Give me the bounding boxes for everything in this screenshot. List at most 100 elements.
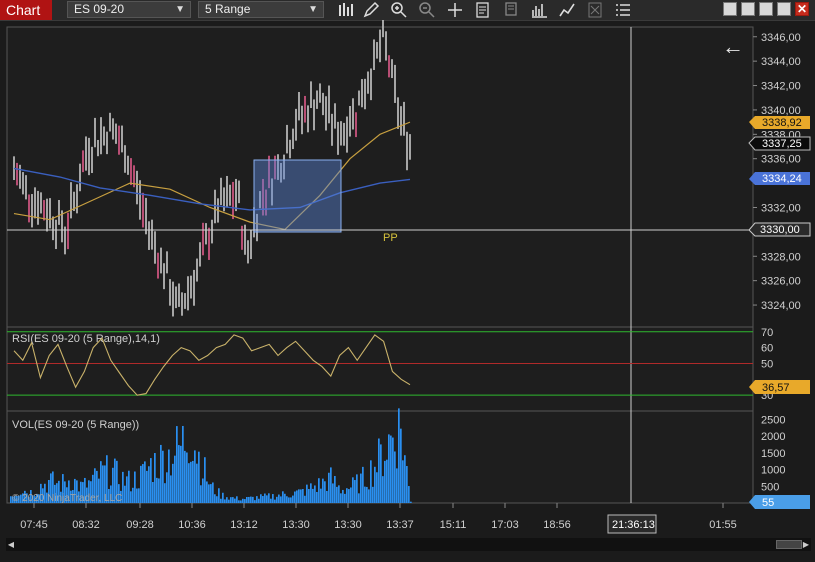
scroll-thumb[interactable]: [776, 540, 802, 549]
sma-price-marker: 3338,92: [749, 116, 810, 129]
maximize-button[interactable]: [777, 2, 791, 16]
volume-bar: [374, 466, 376, 503]
data-box-icon[interactable]: [474, 1, 492, 19]
properties-icon[interactable]: [502, 1, 520, 19]
price-axis[interactable]: 3346,003344,003342,003340,003338,003336,…: [753, 32, 801, 312]
time-axis-label: 01:55: [709, 519, 737, 531]
volume-bar: [398, 408, 400, 503]
volume-bar: [300, 489, 302, 503]
volume-bar: [198, 451, 200, 503]
volume-bar: [408, 486, 410, 503]
chart-tab[interactable]: Chart: [0, 0, 52, 20]
back-arrow-icon[interactable]: ←: [722, 34, 744, 59]
volume-bar: [254, 500, 256, 503]
volume-bar: [168, 449, 170, 503]
volume-bar: [228, 499, 230, 503]
volume-bar: [146, 470, 148, 503]
volume-bar: [386, 459, 388, 503]
crosshair-icon[interactable]: [446, 1, 464, 19]
volume-bar: [312, 488, 314, 503]
volume-bar: [216, 496, 218, 503]
strategies-icon[interactable]: [558, 1, 576, 19]
menu-list-icon[interactable]: [614, 1, 632, 19]
volume-bar: [404, 455, 406, 503]
volume-bar: [140, 465, 142, 503]
volume-axis-label: 2000: [761, 431, 785, 443]
volume-bar: [394, 451, 396, 503]
volume-bar: [162, 450, 164, 503]
volume-bar: [184, 450, 186, 503]
volume-bar: [238, 500, 240, 503]
instrument-value: ES 09-20: [74, 2, 125, 16]
volume-bar: [240, 500, 242, 503]
rectangle-drawing[interactable]: [253, 159, 342, 233]
volume-bar: [338, 485, 340, 503]
copyright-text: © 2020 NinjaTrader, LLC: [12, 493, 122, 504]
volume-bar: [144, 461, 146, 503]
drawing-pencil-icon[interactable]: [362, 1, 380, 19]
volume-bar: [346, 488, 348, 503]
bar-type-selector[interactable]: 5 Range ▼: [198, 1, 324, 18]
volume-bar: [218, 488, 220, 503]
volume-bar: [270, 498, 272, 503]
time-axis-label: 13:30: [282, 519, 310, 531]
time-axis-label: 10:36: [178, 519, 206, 531]
volume-bar: [328, 472, 330, 503]
time-axis-label: 18:56: [543, 519, 571, 531]
zoom-in-icon[interactable]: [390, 1, 408, 19]
volume-bar: [360, 473, 362, 503]
volume-bar: [166, 472, 168, 503]
volume-bar: [172, 463, 174, 503]
volume-bar: [268, 493, 270, 503]
scroll-left-icon[interactable]: ◀: [6, 538, 16, 551]
volume-bar: [310, 483, 312, 503]
volume-bar: [208, 484, 210, 503]
volume-bar: [186, 452, 188, 503]
volume-bar: [154, 453, 156, 503]
volume-bar: [368, 489, 370, 503]
time-axis-label: 17:03: [491, 519, 519, 531]
instrument-selector[interactable]: ES 09-20 ▼: [67, 1, 191, 18]
scroll-right-icon[interactable]: ▶: [801, 538, 811, 551]
rsi-axis-label: 70: [761, 327, 773, 339]
rsi-value-marker: 36,57: [749, 380, 810, 394]
minimize-button[interactable]: [759, 2, 773, 16]
bar-style-icon[interactable]: [336, 1, 354, 19]
indicators-icon[interactable]: [530, 1, 548, 19]
volume-bar: [370, 460, 372, 503]
volume-bar: [130, 491, 132, 503]
volume-bar: [138, 488, 140, 503]
zoom-out-icon[interactable]: [418, 1, 436, 19]
volume-bar: [170, 475, 172, 503]
volume-bar: [362, 466, 364, 503]
time-axis-label: 08:32: [72, 519, 100, 531]
volume-bar: [182, 425, 184, 503]
volume-bar: [210, 484, 212, 503]
cursor-time-marker: 21:36:13: [607, 514, 657, 534]
volume-axis[interactable]: 2500 2000 1500 1000 500: [761, 414, 785, 493]
volume-bar: [250, 496, 252, 503]
price-panel[interactable]: [6, 26, 754, 328]
close-button[interactable]: ✕: [795, 2, 809, 16]
horizontal-scrollbar[interactable]: ◀ ▶: [6, 538, 811, 551]
time-axis-label: 09:28: [126, 519, 154, 531]
volume-bar: [352, 477, 354, 503]
bar-type-value: 5 Range: [205, 2, 251, 16]
price-axis-label: 3324,00: [761, 300, 801, 312]
volume-bar: [290, 497, 292, 503]
volume-bar: [348, 489, 350, 503]
svg-text:3334,24: 3334,24: [762, 173, 802, 185]
chart-canvas[interactable]: PP ← 3346,003344,003342,003340,003338,00…: [0, 20, 815, 538]
volume-bar: [158, 478, 160, 503]
price-axis-label: 3346,00: [761, 32, 801, 44]
templates-icon[interactable]: [586, 1, 604, 19]
volume-bar: [284, 493, 286, 503]
window-option-button[interactable]: [723, 2, 737, 16]
volume-axis-label: 500: [761, 481, 779, 493]
price-axis-label: 3332,00: [761, 202, 801, 214]
volume-bar: [334, 475, 336, 503]
volume-bar: [340, 493, 342, 503]
window-tile-button[interactable]: [741, 2, 755, 16]
volume-bar: [244, 499, 246, 503]
volume-bar: [126, 476, 128, 503]
